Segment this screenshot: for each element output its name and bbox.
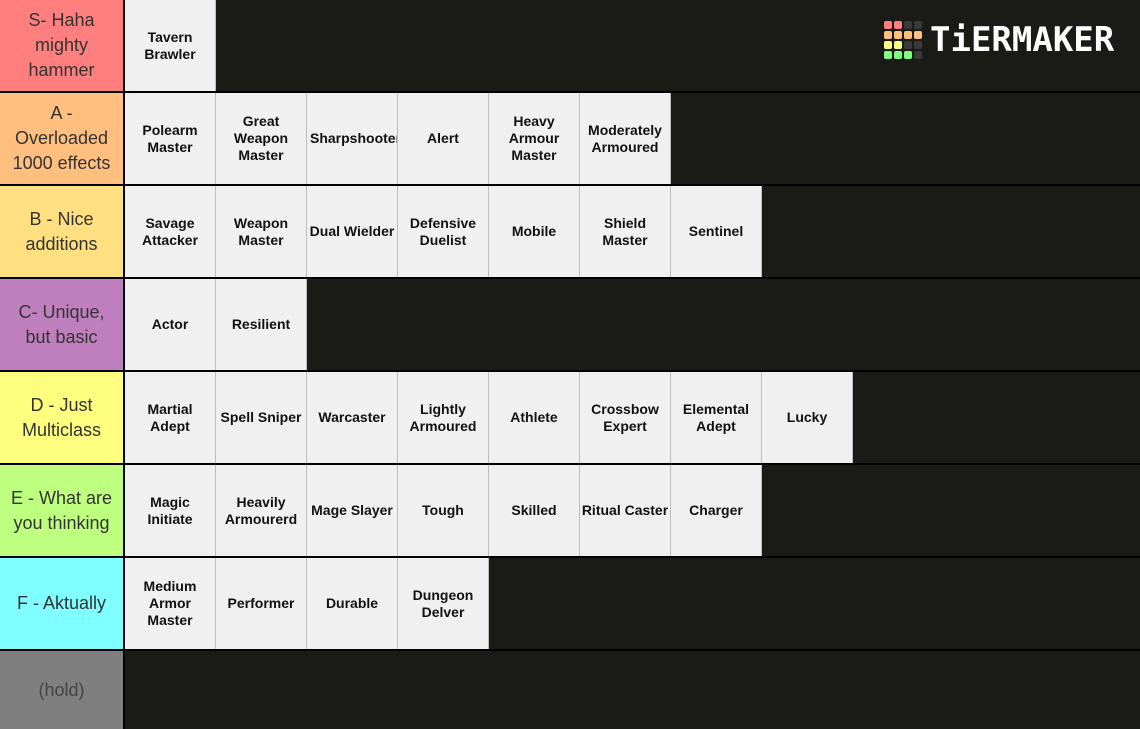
tier-item[interactable]: Moderately Armoured <box>580 93 671 184</box>
tier-label[interactable]: C- Unique, but basic <box>0 279 125 370</box>
tier-items: Medium Armor Master Performer Durable Dunge… <box>125 558 1140 649</box>
tier-item[interactable]: Heavily Armourerd <box>216 465 307 556</box>
tier-label[interactable]: A - Overloaded 1000 effects <box>0 93 125 184</box>
tier-item[interactable]: Heavy Armour Master <box>489 93 580 184</box>
tier-item[interactable]: Dual Wielder <box>307 186 398 277</box>
logo-square <box>904 41 912 49</box>
tier-row: F - Aktually Medium Armor Master Performer… <box>0 558 1140 651</box>
tier-item[interactable]: Mage Slayer <box>307 465 398 556</box>
tier-row: B - Nice additions Savage Attacker Weapon … <box>0 186 1140 279</box>
logo-square <box>904 51 912 59</box>
logo-square <box>914 51 922 59</box>
tier-item[interactable]: Resilient <box>216 279 307 370</box>
tier-row: (hold) <box>0 651 1140 729</box>
tier-item[interactable]: Ritual Caster <box>580 465 671 556</box>
logo-square <box>884 51 892 59</box>
tier-item[interactable]: Warcaster <box>307 372 398 463</box>
tier-item[interactable]: Lucky <box>762 372 853 463</box>
logo-grid-icon <box>884 21 922 59</box>
logo-square <box>884 31 892 39</box>
tier-item[interactable]: Crossbow Expert <box>580 372 671 463</box>
tier-row: C- Unique, but basic Actor Resilient <box>0 279 1140 372</box>
tier-items: Martial Adept Spell Sniper Warcaster Lightl… <box>125 372 1140 463</box>
tier-item[interactable]: Charger <box>671 465 762 556</box>
tier-item[interactable]: Polearm Master <box>125 93 216 184</box>
logo-square <box>894 21 902 29</box>
tier-item[interactable]: Sharpshooter <box>307 93 398 184</box>
tier-item[interactable]: Durable <box>307 558 398 649</box>
logo-square <box>914 21 922 29</box>
tier-item[interactable]: Skilled <box>489 465 580 556</box>
tier-label[interactable]: F - Aktually <box>0 558 125 649</box>
logo-square <box>894 51 902 59</box>
logo-square <box>894 41 902 49</box>
tier-items: Polearm Master Great Weapon Master Sharpsh… <box>125 93 1140 184</box>
tier-item[interactable]: Alert <box>398 93 489 184</box>
tier-item[interactable]: Medium Armor Master <box>125 558 216 649</box>
logo-square <box>884 21 892 29</box>
tier-item[interactable]: Tavern Brawler <box>125 0 216 91</box>
tier-item[interactable]: Shield Master <box>580 186 671 277</box>
logo-square <box>914 31 922 39</box>
tier-item[interactable]: Lightly Armoured <box>398 372 489 463</box>
tier-label[interactable]: S- Haha mighty hammer <box>0 0 125 91</box>
tier-label[interactable]: D - Just Multiclass <box>0 372 125 463</box>
logo-square <box>894 31 902 39</box>
tier-row: E - What are you thinking Magic Initiate H… <box>0 465 1140 558</box>
tier-items: Actor Resilient <box>125 279 1140 370</box>
tier-item[interactable]: Performer <box>216 558 307 649</box>
tier-item[interactable]: Dungeon Delver <box>398 558 489 649</box>
tier-board: S- Haha mighty hammer Tavern Brawler A - O… <box>0 0 1140 729</box>
tier-label[interactable]: (hold) <box>0 651 125 729</box>
tier-item[interactable]: Savage Attacker <box>125 186 216 277</box>
tier-item[interactable]: Spell Sniper <box>216 372 307 463</box>
tier-items: Savage Attacker Weapon Master Dual Wielder… <box>125 186 1140 277</box>
tier-label[interactable]: E - What are you thinking <box>0 465 125 556</box>
tier-item[interactable]: Sentinel <box>671 186 762 277</box>
tier-item[interactable]: Martial Adept <box>125 372 216 463</box>
tier-row: A - Overloaded 1000 effects Polearm Maste… <box>0 93 1140 186</box>
logo-text: TiERMAKER <box>930 20 1115 60</box>
tier-item[interactable]: Magic Initiate <box>125 465 216 556</box>
tier-items <box>125 651 1140 729</box>
tier-item[interactable]: Weapon Master <box>216 186 307 277</box>
tier-item[interactable]: Mobile <box>489 186 580 277</box>
logo-square <box>884 41 892 49</box>
tier-item[interactable]: Athlete <box>489 372 580 463</box>
tier-item[interactable]: Elemental Adept <box>671 372 762 463</box>
tier-items: Magic Initiate Heavily Armourerd Mage Slay… <box>125 465 1140 556</box>
tier-row: D - Just Multiclass Martial Adept Spell Sn… <box>0 372 1140 465</box>
tier-item[interactable]: Defensive Duelist <box>398 186 489 277</box>
logo-square <box>904 21 912 29</box>
tier-item[interactable]: Tough <box>398 465 489 556</box>
logo-square <box>904 31 912 39</box>
tier-label[interactable]: B - Nice additions <box>0 186 125 277</box>
logo-square <box>914 41 922 49</box>
tier-item[interactable]: Actor <box>125 279 216 370</box>
tiermaker-logo[interactable]: TiERMAKER <box>884 20 1114 60</box>
tier-item[interactable]: Great Weapon Master <box>216 93 307 184</box>
